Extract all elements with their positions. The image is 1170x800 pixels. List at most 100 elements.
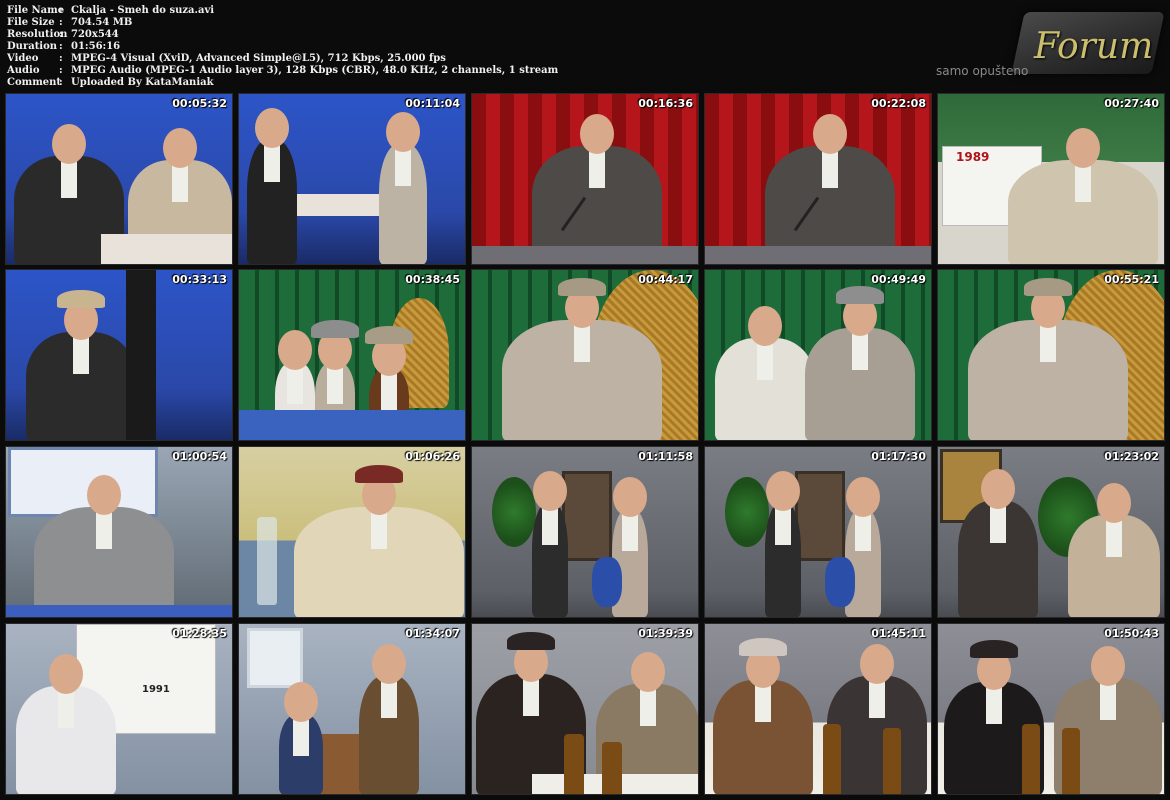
- head: [613, 477, 647, 517]
- thumbnail-timestamp: 01:17:30: [871, 450, 926, 463]
- head: [981, 469, 1015, 509]
- shirt: [523, 676, 539, 716]
- coat-rack: [795, 471, 845, 561]
- glass-bottle: [257, 517, 277, 605]
- shirt: [381, 678, 397, 718]
- video-thumbnail[interactable]: 01:06:26: [238, 446, 466, 618]
- hat: [355, 465, 403, 483]
- info-row-audio: Audio : MPEG Audio (MPEG-1 Audio layer 3…: [7, 65, 559, 76]
- curtain-dark: [126, 270, 156, 440]
- head: [1091, 646, 1125, 686]
- beer-bottle: [883, 728, 901, 794]
- hat: [365, 326, 413, 344]
- shirt: [755, 682, 771, 722]
- video-thumbnail[interactable]: 1991 01:28:35: [5, 623, 233, 795]
- shirt: [381, 370, 397, 410]
- hat: [739, 638, 787, 656]
- wall-poster: [247, 628, 303, 688]
- video-thumbnail[interactable]: 01:23:02: [937, 446, 1165, 618]
- shirt: [58, 688, 74, 728]
- head: [580, 114, 614, 154]
- head: [748, 306, 782, 346]
- head: [255, 108, 289, 148]
- info-value: 720x544: [71, 29, 119, 40]
- shirt: [775, 505, 791, 545]
- head: [87, 475, 121, 515]
- video-thumbnail[interactable]: 01:45:11: [704, 623, 932, 795]
- shirt: [852, 330, 868, 370]
- potted-plant: [492, 477, 536, 547]
- head: [372, 644, 406, 684]
- video-thumbnail[interactable]: 00:55:21: [937, 269, 1165, 441]
- shirt: [855, 511, 871, 551]
- head: [813, 114, 847, 154]
- video-thumbnail[interactable]: 00:38:45: [238, 269, 466, 441]
- video-thumbnail[interactable]: 01:17:30: [704, 446, 932, 618]
- shirt: [1040, 322, 1056, 362]
- calendar-year: 1991: [142, 684, 170, 695]
- video-thumbnail[interactable]: 01:34:07: [238, 623, 466, 795]
- info-value: MPEG Audio (MPEG-1 Audio layer 3), 128 K…: [71, 65, 559, 76]
- video-thumbnail[interactable]: 00:05:32: [5, 93, 233, 265]
- info-row-resolution: Resolution : 720x544: [7, 29, 119, 40]
- shirt: [757, 340, 773, 380]
- beer-bottle: [602, 742, 622, 794]
- video-thumbnail[interactable]: 01:39:39: [471, 623, 699, 795]
- info-key: Video: [7, 53, 39, 64]
- shirt: [622, 511, 638, 551]
- video-thumbnail[interactable]: 01:00:54: [5, 446, 233, 618]
- head: [386, 112, 420, 152]
- shirt: [542, 505, 558, 545]
- video-thumbnail[interactable]: 00:11:04: [238, 93, 466, 265]
- video-thumbnail[interactable]: 01:50:43: [937, 623, 1165, 795]
- blue-stool: [825, 557, 855, 607]
- file-info-panel: File Name : Ckalja - Smeh do suza.avi Fi…: [7, 5, 558, 89]
- shirt: [96, 509, 112, 549]
- video-thumbnail[interactable]: 1989 00:27:40: [937, 93, 1165, 265]
- shirt: [172, 162, 188, 202]
- video-thumbnail[interactable]: 00:16:36: [471, 93, 699, 265]
- thumbnail-timestamp: 00:33:13: [172, 273, 227, 286]
- video-thumbnail[interactable]: 00:49:49: [704, 269, 932, 441]
- shirt: [371, 509, 387, 549]
- info-row-duration: Duration : 01:56:16: [7, 41, 121, 52]
- info-key: Duration: [7, 41, 58, 52]
- head: [860, 644, 894, 684]
- shirt: [293, 716, 309, 756]
- info-row-video: Video : MPEG-4 Visual (XviD, Advanced Si…: [7, 53, 446, 64]
- video-thumbnail[interactable]: 00:33:13: [5, 269, 233, 441]
- shirt: [990, 503, 1006, 543]
- beer-bottle: [564, 734, 584, 794]
- hat: [558, 278, 606, 296]
- shirt: [640, 686, 656, 726]
- thumbnail-timestamp: 00:44:17: [638, 273, 693, 286]
- hat: [507, 632, 555, 650]
- thumbnail-timestamp: 01:00:54: [172, 450, 227, 463]
- thumbnail-timestamp: 00:38:45: [405, 273, 460, 286]
- shirt: [395, 146, 411, 186]
- head: [49, 654, 83, 694]
- thumbnail-timestamp: 00:05:32: [172, 97, 227, 110]
- shirt: [869, 678, 885, 718]
- info-key: Comment: [7, 77, 62, 88]
- hat: [1024, 278, 1072, 296]
- shirt: [264, 142, 280, 182]
- shirt: [61, 158, 77, 198]
- logo-word: Forum: [1034, 26, 1154, 67]
- video-thumbnail[interactable]: 00:22:08: [704, 93, 932, 265]
- thumbnail-timestamp: 01:28:35: [172, 627, 227, 640]
- forum-logo: Forum samo opušteno: [930, 10, 1165, 82]
- thumbnail-timestamp: 00:55:21: [1104, 273, 1159, 286]
- info-key: File Name: [7, 5, 65, 16]
- shirt: [327, 364, 343, 404]
- info-key: Resolution: [7, 29, 68, 40]
- video-thumbnail[interactable]: 00:44:17: [471, 269, 699, 441]
- head: [1097, 483, 1131, 523]
- blue-stool: [592, 557, 622, 607]
- info-value: MPEG-4 Visual (XviD, Advanced Simple@L5)…: [71, 53, 446, 64]
- coat-rack: [562, 471, 612, 561]
- video-thumbnail[interactable]: 01:11:58: [471, 446, 699, 618]
- info-row-file-size: File Size : 704.54 MB: [7, 17, 133, 28]
- hat: [311, 320, 359, 338]
- shirt: [1106, 517, 1122, 557]
